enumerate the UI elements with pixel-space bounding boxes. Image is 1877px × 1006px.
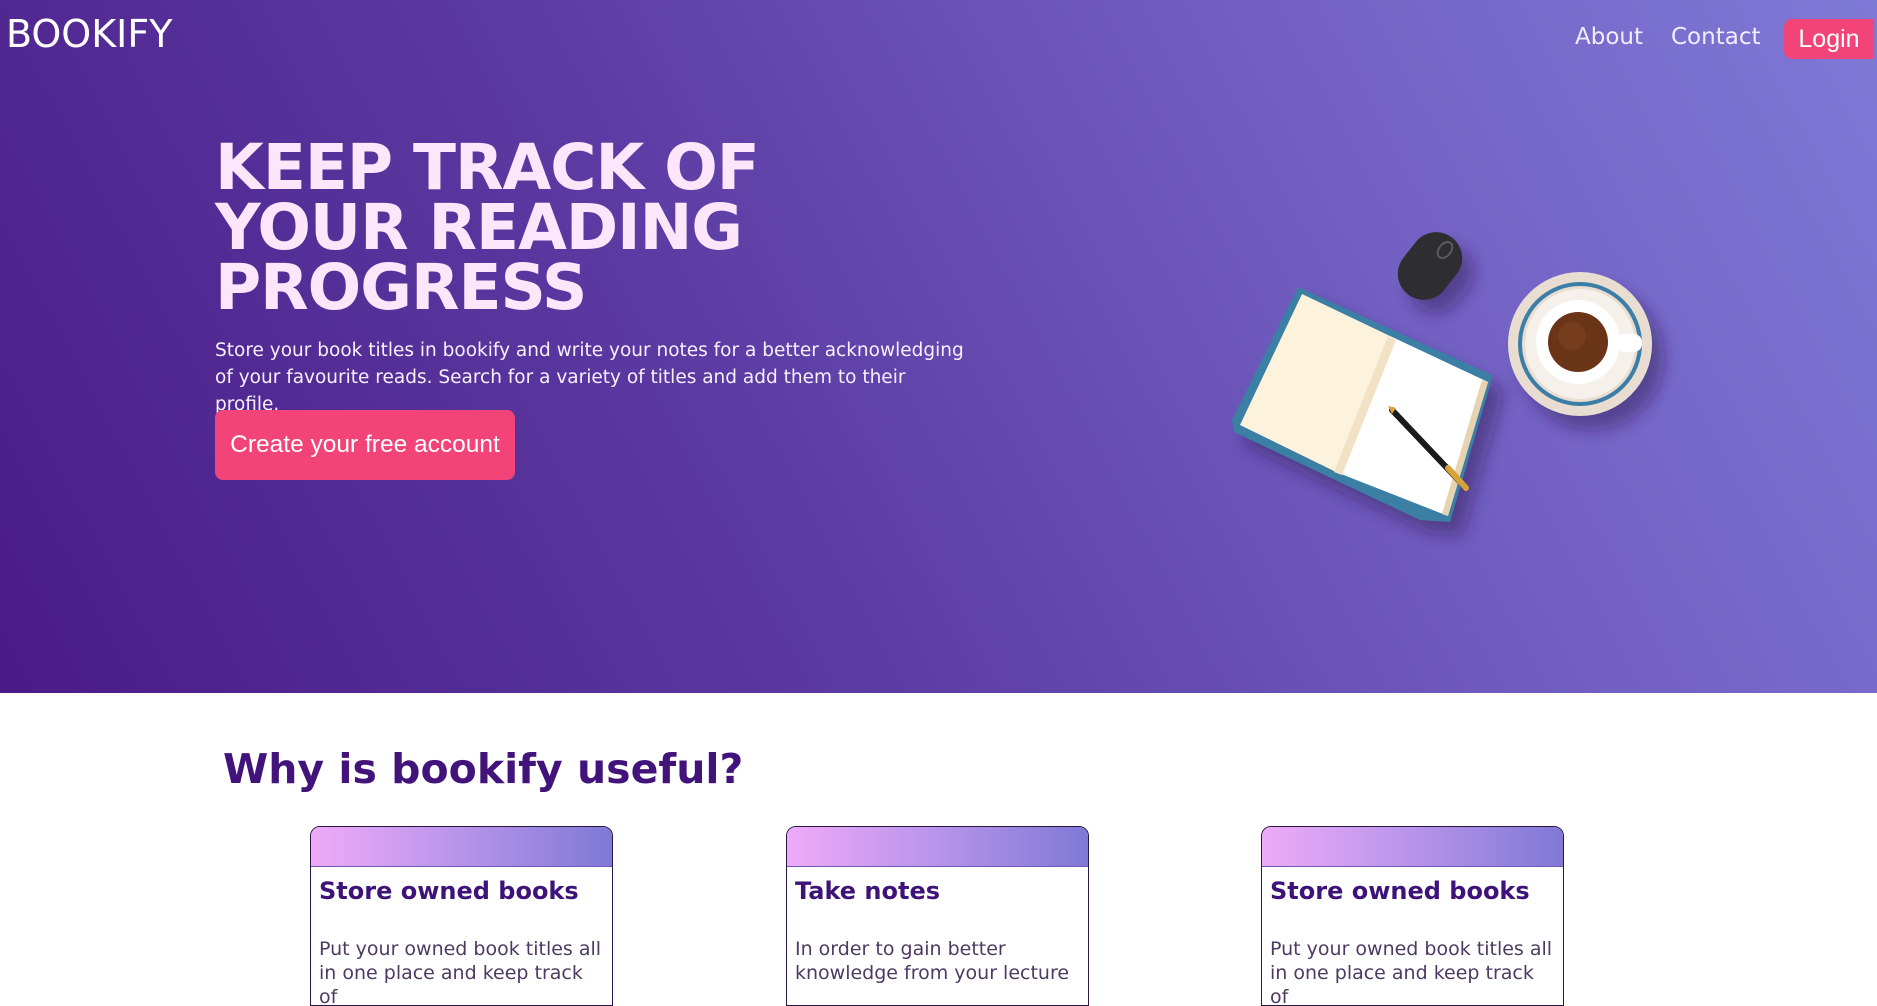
hero-headline-line-2: YOUR READING — [215, 191, 743, 264]
feature-card: Take notes In order to gain better knowl… — [786, 826, 1089, 1006]
desk-illustration — [1232, 232, 1652, 522]
card-text: Put your owned book titles all in one pl… — [1270, 938, 1553, 1006]
hero-section: BOOKIFY About Contact Login KEEP TRACK O… — [0, 0, 1877, 693]
features-title: Why is bookify useful? — [223, 745, 744, 793]
nav-about-link[interactable]: About — [1575, 24, 1643, 50]
mouse-icon — [1397, 232, 1463, 300]
card-title: Take notes — [795, 877, 941, 905]
nav-contact-link[interactable]: Contact — [1671, 24, 1760, 50]
hero-headline-line-1: KEEP TRACK OF — [215, 131, 760, 204]
card-header-gradient — [1262, 827, 1563, 867]
card-header-gradient — [311, 827, 612, 867]
hero-headline: KEEP TRACK OF YOUR READING PROGRESS — [215, 131, 935, 324]
open-book-icon — [1232, 287, 1492, 522]
hero-headline-line-3: PROGRESS — [215, 251, 587, 324]
hero-subtext: Store your book titles in bookify and wr… — [215, 340, 964, 415]
create-account-button[interactable]: Create your free account — [215, 410, 515, 480]
card-text: Put your owned book titles all in one pl… — [319, 938, 602, 1006]
card-header-gradient — [787, 827, 1088, 867]
feature-card: Store owned books Put your owned book ti… — [1261, 826, 1564, 1006]
card-text: In order to gain better knowledge from y… — [795, 938, 1070, 984]
brand-logo[interactable]: BOOKIFY — [6, 12, 172, 56]
coffee-cup-icon — [1508, 272, 1652, 416]
login-button[interactable]: Login — [1784, 19, 1874, 59]
card-title: Store owned books — [1270, 877, 1530, 905]
feature-card: Store owned books Put your owned book ti… — [310, 826, 613, 1006]
card-title: Store owned books — [319, 877, 579, 905]
